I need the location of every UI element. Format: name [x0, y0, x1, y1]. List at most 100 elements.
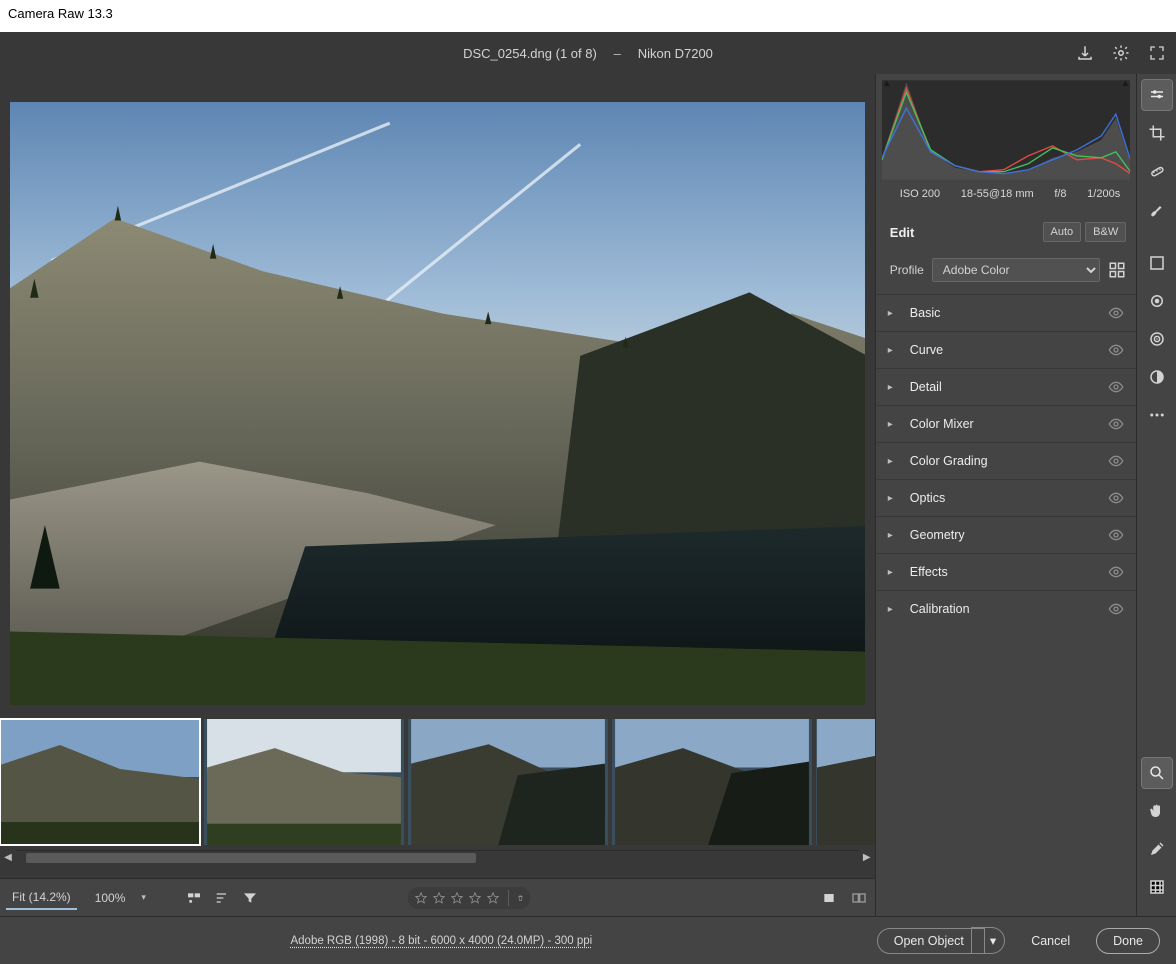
tool-redeye-icon[interactable] [1142, 286, 1172, 316]
panel-optics[interactable]: ▸ Optics [876, 479, 1136, 516]
tool-crop-icon[interactable] [1142, 118, 1172, 148]
panel-label: Optics [910, 491, 1108, 505]
right-panel: ▲ ▲ ISO 200 18-55@18 mm f/8 1/200s Edit … [875, 74, 1136, 916]
highlight-clipping-icon[interactable]: ▲ [1120, 78, 1130, 89]
chevron-right-icon: ▸ [888, 530, 902, 541]
adjustment-panels: ▸Basic▸Curve▸Detail▸Color Mixer▸Color Gr… [876, 294, 1136, 916]
profile-select[interactable]: Adobe Color [932, 258, 1100, 282]
visibility-icon[interactable] [1108, 601, 1124, 617]
trash-icon[interactable] [508, 890, 524, 906]
panel-calibration[interactable]: ▸ Calibration [876, 590, 1136, 627]
zoom-fit-label[interactable]: Fit (14.2%) [6, 886, 77, 910]
open-dropdown-icon[interactable]: ▾ [971, 927, 1005, 954]
visibility-icon[interactable] [1108, 416, 1124, 432]
edit-label: Edit [890, 225, 915, 240]
tool-target-icon[interactable] [1142, 324, 1172, 354]
star-icon[interactable] [432, 891, 446, 905]
panel-geometry[interactable]: ▸ Geometry [876, 516, 1136, 553]
done-button[interactable]: Done [1096, 928, 1160, 954]
tool-more-icon[interactable] [1142, 400, 1172, 430]
chevron-right-icon: ▸ [888, 308, 902, 319]
visibility-icon[interactable] [1108, 564, 1124, 580]
visibility-icon[interactable] [1108, 453, 1124, 469]
chevron-right-icon: ▸ [888, 567, 902, 578]
visibility-icon[interactable] [1108, 490, 1124, 506]
panel-label: Color Grading [910, 454, 1108, 468]
grid-view-icon[interactable] [184, 888, 204, 908]
filmstrip-scrollbar[interactable]: ◀ ▶ [0, 848, 875, 866]
exif-shutter: 1/200s [1087, 188, 1120, 200]
chevron-right-icon: ▸ [888, 382, 902, 393]
tool-brush-icon[interactable] [1142, 194, 1172, 224]
tool-grid-icon[interactable] [1142, 872, 1172, 902]
chevron-right-icon: ▸ [888, 493, 902, 504]
separator: – [606, 46, 628, 61]
rating-stars[interactable] [408, 887, 530, 909]
star-icon[interactable] [414, 891, 428, 905]
compare-view-icon[interactable] [849, 888, 869, 908]
panel-label: Geometry [910, 528, 1108, 542]
filmstrip-thumb[interactable] [408, 719, 608, 845]
tool-detail-icon[interactable] [1142, 248, 1172, 278]
chevron-right-icon: ▸ [888, 604, 902, 615]
shadow-clipping-icon[interactable]: ▲ [882, 78, 892, 89]
panel-color-mixer[interactable]: ▸Color Mixer [876, 405, 1136, 442]
footer-bar: Adobe RGB (1998) - 8 bit - 6000 x 4000 (… [0, 916, 1176, 964]
panel-color-grading[interactable]: ▸ Color Grading [876, 442, 1136, 479]
visibility-icon[interactable] [1108, 305, 1124, 321]
bw-button[interactable]: B&W [1085, 222, 1126, 242]
open-object-button[interactable]: Open Object [877, 928, 985, 954]
filmstrip-thumb[interactable] [816, 719, 875, 845]
histogram[interactable]: ▲ ▲ ISO 200 18-55@18 mm f/8 1/200s [876, 74, 1136, 216]
zoom-dropdown-icon[interactable]: ▾ [139, 892, 154, 903]
panel-label: Effects [910, 565, 1108, 579]
profile-label: Profile [890, 263, 924, 277]
chevron-right-icon: ▸ [888, 345, 902, 356]
export-icon[interactable] [1074, 42, 1096, 64]
panel-curve[interactable]: ▸ Curve [876, 331, 1136, 368]
camera-model: Nikon D7200 [638, 46, 713, 61]
panel-label: Color Mixer [910, 417, 1108, 431]
filmstrip-thumb[interactable] [204, 719, 404, 845]
star-icon[interactable] [450, 891, 464, 905]
filter-icon[interactable] [240, 888, 260, 908]
scroll-right-icon[interactable]: ▶ [859, 850, 875, 864]
filmstrip-thumb[interactable] [0, 719, 200, 845]
visibility-icon[interactable] [1108, 527, 1124, 543]
star-icon[interactable] [468, 891, 482, 905]
star-icon[interactable] [486, 891, 500, 905]
auto-button[interactable]: Auto [1043, 222, 1082, 242]
single-view-icon[interactable] [819, 888, 839, 908]
tool-sampler-icon[interactable] [1142, 834, 1172, 864]
scroll-left-icon[interactable]: ◀ [0, 850, 16, 864]
exif-lens: 18-55@18 mm [961, 188, 1034, 200]
filmstrip-toolbar: Fit (14.2%) 100% ▾ [0, 878, 875, 916]
workflow-info[interactable]: Adobe RGB (1998) - 8 bit - 6000 x 4000 (… [16, 935, 867, 947]
document-title-bar: DSC_0254.dng (1 of 8) – Nikon D7200 [0, 32, 1176, 74]
image-stage[interactable] [0, 74, 875, 715]
file-name: DSC_0254.dng [463, 46, 552, 61]
chevron-right-icon: ▸ [888, 456, 902, 467]
fullscreen-icon[interactable] [1146, 42, 1168, 64]
tool-heal-icon[interactable] [1142, 156, 1172, 186]
sort-icon[interactable] [212, 888, 232, 908]
zoom-percent[interactable]: 100% [85, 887, 132, 909]
settings-icon[interactable] [1110, 42, 1132, 64]
tool-edit-icon[interactable] [1142, 80, 1172, 110]
tool-hand-icon[interactable] [1142, 796, 1172, 826]
main-image-view[interactable] [10, 102, 865, 705]
panel-label: Calibration [910, 602, 1108, 616]
filmstrip-thumb[interactable] [612, 719, 812, 845]
panel-label: Curve [910, 343, 1108, 357]
scroll-thumb[interactable] [26, 853, 476, 863]
exif-readout: ISO 200 18-55@18 mm f/8 1/200s [882, 180, 1130, 208]
visibility-icon[interactable] [1108, 342, 1124, 358]
tool-radial-icon[interactable] [1142, 362, 1172, 392]
cancel-button[interactable]: Cancel [1015, 929, 1086, 953]
visibility-icon[interactable] [1108, 379, 1124, 395]
profile-browser-icon[interactable] [1108, 261, 1126, 279]
panel-detail[interactable]: ▸Detail [876, 368, 1136, 405]
panel-effects[interactable]: ▸ Effects [876, 553, 1136, 590]
panel-basic[interactable]: ▸Basic [876, 294, 1136, 331]
tool-zoom-icon[interactable] [1142, 758, 1172, 788]
